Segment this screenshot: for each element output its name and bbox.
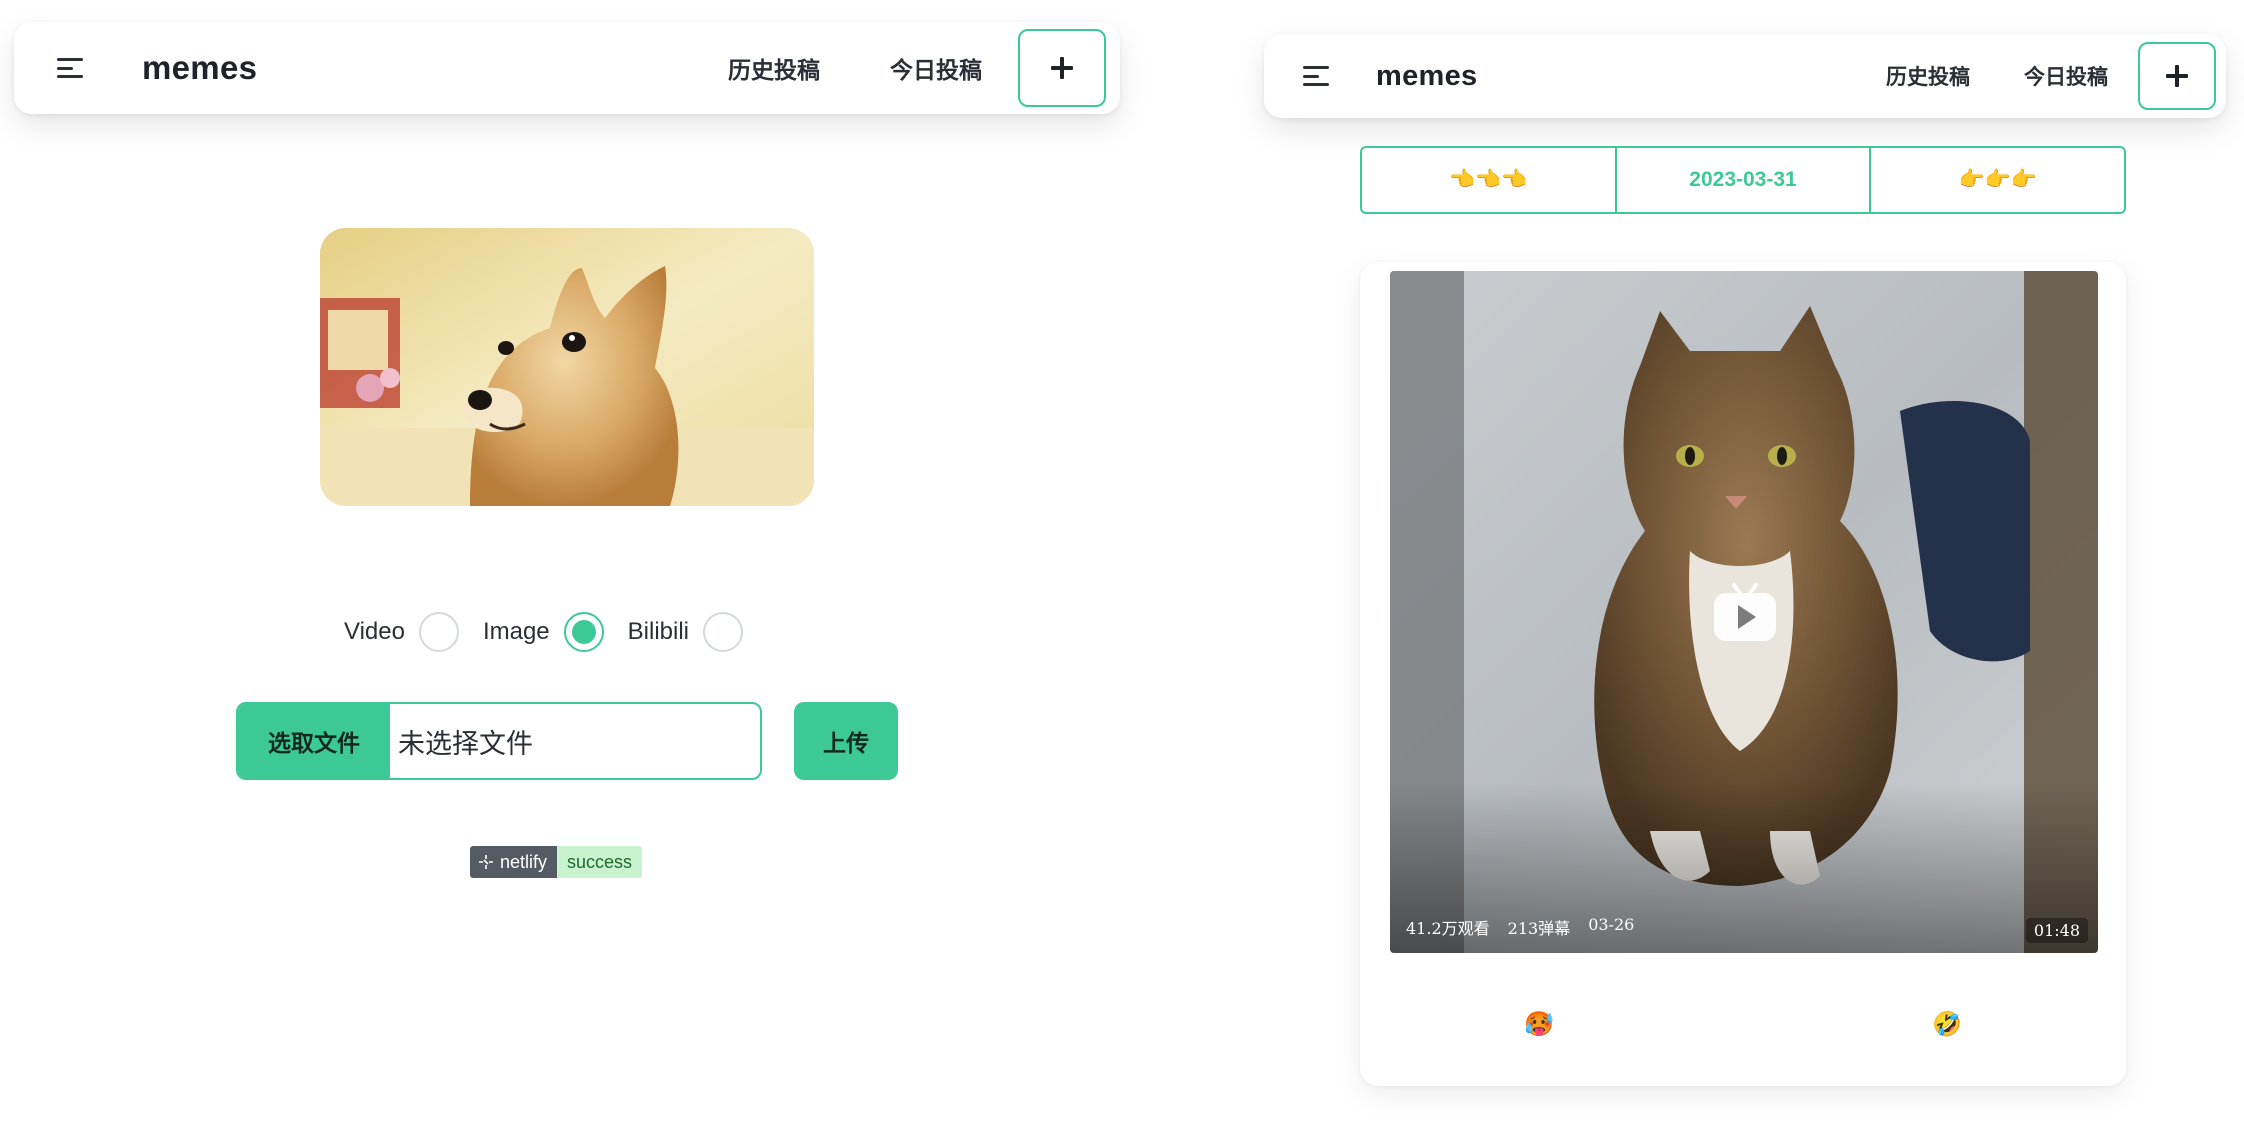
menu-icon — [57, 58, 83, 78]
reaction-hot-face-button[interactable]: 🥵 — [1524, 1010, 1554, 1039]
video-player[interactable]: 41.2万观看 213弹幕 03-26 01:48 — [1390, 271, 2098, 953]
radio-bilibili[interactable]: Bilibili — [627, 612, 744, 652]
add-post-button[interactable] — [2138, 42, 2216, 110]
menu-button[interactable] — [1284, 44, 1348, 108]
choose-file-button[interactable]: 选取文件 — [238, 704, 390, 778]
video-duration: 01:48 — [2025, 918, 2088, 943]
upload-date: 03-26 — [1588, 915, 1635, 934]
doge-image — [320, 228, 814, 506]
radio-video[interactable]: Video — [344, 612, 459, 652]
file-input[interactable]: 选取文件 未选择文件 — [236, 702, 762, 780]
next-day-button[interactable]: 👉👉👉 — [1869, 146, 2127, 214]
badge-left-text: netlify — [500, 851, 548, 872]
file-status: 未选择文件 — [398, 728, 533, 759]
radio-label: Video — [344, 618, 405, 645]
media-type-radio-group: Video Image Bilibili — [344, 612, 744, 652]
plus-icon — [2166, 65, 2188, 87]
upload-row: 选取文件 未选择文件 上传 — [236, 702, 898, 780]
today-link[interactable]: 今日投稿 — [2024, 51, 2108, 101]
plus-icon — [1051, 57, 1073, 79]
feed-panel: memes 历史投稿 今日投稿 👈👈👈 2023-03-31 👉👉👉 41.2万… — [1250, 0, 2244, 1128]
netlify-icon — [479, 855, 493, 869]
reaction-laughing-button[interactable]: 🤣 — [1932, 1010, 1962, 1039]
radio-label: Bilibili — [627, 618, 690, 645]
play-icon[interactable] — [1712, 581, 1778, 643]
upload-button[interactable]: 上传 — [794, 702, 898, 780]
current-date-button[interactable]: 2023-03-31 — [1614, 146, 1872, 214]
video-stats: 41.2万观看 213弹幕 03-26 — [1406, 915, 1634, 939]
navbar: memes 历史投稿 今日投稿 — [1264, 34, 2226, 118]
radio-button[interactable] — [418, 612, 459, 652]
brand-title[interactable]: memes — [1376, 60, 1477, 93]
menu-button[interactable] — [38, 36, 102, 100]
badge-label: netlify — [470, 846, 558, 878]
radio-button[interactable] — [563, 612, 604, 652]
view-count: 41.2万观看 — [1406, 919, 1490, 938]
upload-panel: memes 历史投稿 今日投稿 Video Image Bilibili 选取文… — [0, 0, 1130, 1128]
danmaku-count: 213弹幕 — [1507, 919, 1571, 938]
history-link[interactable]: 历史投稿 — [728, 41, 820, 95]
add-post-button[interactable] — [1018, 29, 1106, 107]
radio-label: Image — [482, 618, 550, 645]
prev-day-button[interactable]: 👈👈👈 — [1360, 146, 1617, 214]
radio-image[interactable]: Image — [483, 612, 604, 652]
history-link[interactable]: 历史投稿 — [1886, 51, 1970, 101]
menu-icon — [1303, 66, 1329, 86]
radio-button[interactable] — [703, 612, 744, 652]
netlify-status-badge[interactable]: netlify success — [470, 846, 643, 878]
navbar: memes 历史投稿 今日投稿 — [14, 22, 1120, 114]
date-navigation: 👈👈👈 2023-03-31 👉👉👉 — [1360, 146, 2127, 214]
badge-value: success — [557, 846, 643, 878]
today-link[interactable]: 今日投稿 — [890, 41, 982, 95]
brand-title[interactable]: memes — [142, 49, 257, 87]
